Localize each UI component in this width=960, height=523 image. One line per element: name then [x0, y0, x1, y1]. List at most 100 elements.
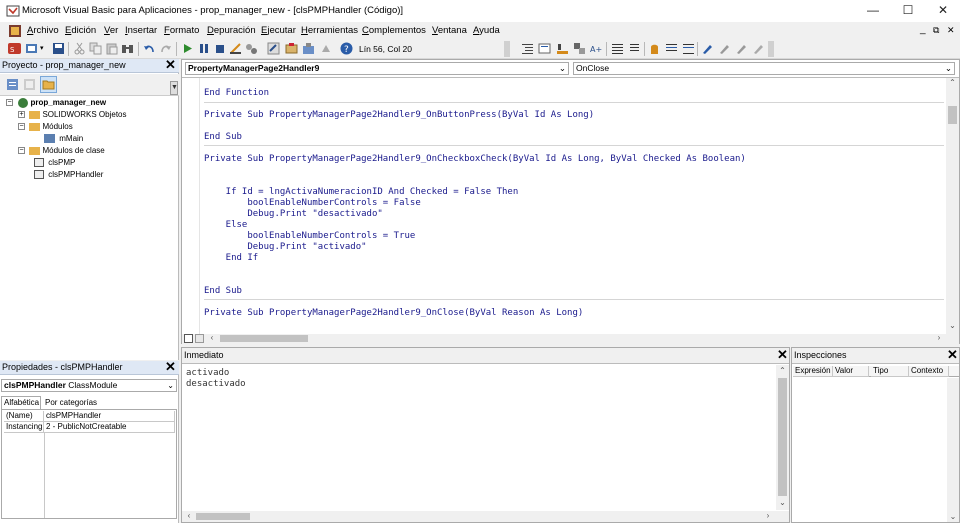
watches-list[interactable] [793, 378, 947, 518]
toggle-bookmark-icon[interactable] [701, 42, 714, 55]
chevron-down-icon[interactable]: ⌄ [167, 380, 174, 391]
toolbar-grip-2[interactable] [768, 41, 774, 57]
tree-mmain[interactable]: mMain [44, 133, 83, 145]
watch-column-header[interactable]: Expresión [793, 366, 833, 377]
scroll-up-icon[interactable]: ⌃ [946, 78, 959, 88]
parameter-info-icon[interactable] [611, 42, 624, 55]
quick-info-icon[interactable]: A+ [590, 42, 603, 55]
object-combo[interactable]: PropertyManagerPage2Handler9 ⌄ [185, 62, 569, 75]
collapse-icon[interactable]: − [18, 147, 25, 155]
clear-bookmarks-icon[interactable] [752, 42, 765, 55]
tree-class-modules[interactable]: − Módulos de clase [18, 145, 105, 157]
insert-userform-icon[interactable] [25, 42, 38, 55]
view-host-app-icon[interactable]: S [8, 42, 21, 55]
tree-root[interactable]: − prop_manager_new [6, 97, 106, 109]
menu-ventana[interactable]: Ventana [432, 25, 467, 36]
view-object-icon[interactable] [23, 78, 36, 91]
watch-column-header[interactable]: Valor [833, 366, 869, 377]
collapse-icon[interactable]: − [18, 123, 25, 131]
menu-depuracion[interactable]: Depuración [207, 25, 256, 36]
immediate-output[interactable]: activado desactivado [186, 368, 771, 508]
watch-column-header[interactable]: Tipo [871, 366, 909, 377]
collapse-icon[interactable]: − [6, 99, 13, 107]
procedure-view-button[interactable] [184, 334, 193, 343]
scroll-right-icon[interactable]: › [934, 333, 944, 343]
code-vertical-scrollbar[interactable]: ⌃ ⌄ [946, 78, 959, 334]
copy-icon[interactable] [89, 42, 102, 55]
vba-menu-icon[interactable] [8, 24, 22, 38]
full-module-view-button[interactable] [195, 334, 204, 343]
properties-window-icon[interactable] [267, 42, 280, 55]
code-editor[interactable]: End Function Private Sub PropertyManager… [204, 88, 944, 328]
break-icon[interactable] [197, 42, 210, 55]
watches-close-button[interactable]: ✕ [946, 348, 959, 362]
object-browser-icon[interactable] [285, 42, 298, 55]
design-mode-icon[interactable] [229, 42, 242, 55]
project-close-button[interactable]: ✕ [164, 58, 177, 72]
immediate-horizontal-scrollbar[interactable]: ‹ › [182, 511, 789, 522]
margin-indicator-bar[interactable] [182, 78, 200, 334]
procedure-combo[interactable]: OnClose ⌄ [573, 62, 955, 75]
immediate-vertical-scrollbar[interactable]: ⌃ ⌄ [776, 365, 789, 510]
list-members-icon[interactable] [556, 42, 569, 55]
toggle-folders-icon[interactable] [42, 78, 55, 91]
scroll-thumb[interactable] [948, 106, 957, 124]
menu-insertar[interactable]: Insertar [125, 25, 157, 36]
reset-icon[interactable] [213, 42, 226, 55]
menu-herramientas[interactable]: Herramientas [301, 25, 358, 36]
toolbox-icon[interactable] [302, 42, 315, 55]
uncomment-block-icon[interactable] [682, 42, 695, 55]
doc-restore-button[interactable]: ⧉ [933, 25, 939, 36]
tree-modules[interactable]: − Módulos [18, 121, 73, 133]
menu-ayuda[interactable]: Ayuda [473, 25, 500, 36]
redo-icon[interactable] [159, 42, 172, 55]
property-value[interactable]: clsPMPHandler [44, 411, 175, 422]
project-scroll-down-icon[interactable]: ▼ [171, 84, 178, 91]
view-code-icon[interactable] [6, 78, 19, 91]
chevron-down-icon[interactable]: ⌄ [559, 63, 566, 74]
scroll-left-icon[interactable]: ‹ [207, 333, 217, 343]
doc-close-button[interactable]: ✕ [947, 25, 955, 36]
controls-icon[interactable] [320, 42, 333, 55]
menu-archivo[interactable]: Archivo [27, 25, 59, 36]
chevron-down-icon[interactable]: ⌄ [945, 63, 952, 74]
scroll-down-icon[interactable]: ⌄ [946, 321, 959, 331]
scroll-left-icon[interactable]: ‹ [184, 511, 194, 521]
properties-close-button[interactable]: ✕ [164, 360, 177, 374]
property-name[interactable]: (Name) [4, 411, 44, 422]
indent-icon[interactable] [521, 42, 534, 55]
toggle-breakpoint-icon[interactable] [648, 42, 661, 55]
scroll-down-icon[interactable]: ⌄ [947, 512, 959, 522]
cut-icon[interactable] [73, 42, 86, 55]
toolbar-grip[interactable] [504, 41, 510, 57]
doc-minimize-button[interactable]: _ [920, 24, 926, 35]
complete-word-icon[interactable] [628, 42, 641, 55]
scroll-thumb[interactable] [778, 378, 787, 496]
previous-bookmark-icon[interactable] [735, 42, 748, 55]
list-constants-icon[interactable] [573, 42, 586, 55]
menu-formato[interactable]: Formato [164, 25, 199, 36]
property-value[interactable]: 2 - PublicNotCreatable [44, 422, 175, 433]
insert-dropdown-icon[interactable]: ▾ [40, 44, 44, 52]
tree-solidworks-objects[interactable]: + SOLIDWORKS Objetos [18, 109, 127, 121]
minimize-button[interactable]: — [856, 0, 890, 22]
tab-alfabetica[interactable]: Alfabética [1, 396, 41, 409]
scroll-up-icon[interactable]: ⌃ [776, 366, 789, 376]
paste-icon[interactable] [105, 42, 118, 55]
close-window-button[interactable]: ✕ [926, 0, 960, 22]
scroll-right-icon[interactable]: › [763, 511, 773, 521]
immediate-close-button[interactable]: ✕ [776, 348, 789, 362]
tree-clspmp[interactable]: clsPMP [34, 157, 75, 169]
scroll-down-icon[interactable]: ⌄ [776, 498, 789, 508]
horizontal-scroll-thumb[interactable] [220, 335, 308, 342]
project-explorer-icon[interactable] [245, 42, 258, 55]
next-bookmark-icon[interactable] [718, 42, 731, 55]
menu-ejecutar[interactable]: Ejecutar [261, 25, 296, 36]
watch-column-header[interactable]: Contexto [909, 366, 949, 377]
property-name[interactable]: Instancing [4, 422, 44, 433]
properties-object-select[interactable]: clsPMPHandler ClassModule ⌄ [1, 379, 177, 392]
help-icon[interactable]: ? [340, 42, 353, 55]
save-icon[interactable] [52, 42, 65, 55]
menu-ver[interactable]: Ver [104, 25, 118, 36]
comment-block-icon[interactable] [665, 42, 678, 55]
